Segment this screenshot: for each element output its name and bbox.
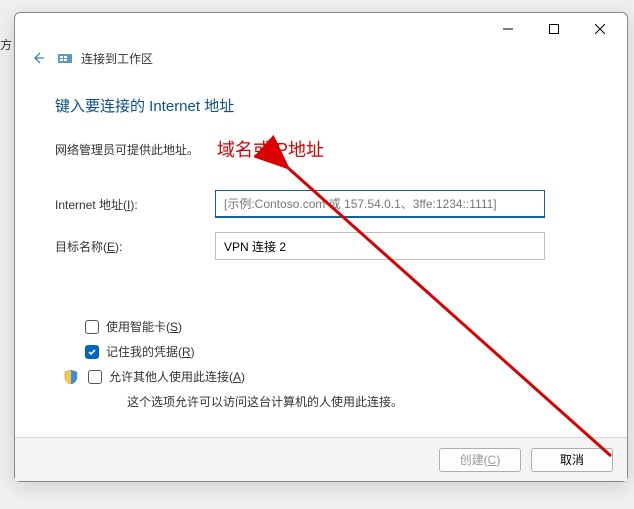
internet-address-input[interactable] <box>215 190 545 218</box>
content-area: 键入要连接的 Internet 地址 网络管理员可提供此地址。 域名或IP地址 … <box>15 75 627 410</box>
internet-address-label: Internet 地址(I): <box>55 196 215 213</box>
create-button[interactable]: 创建(C) <box>439 448 521 472</box>
page-subtitle: 网络管理员可提供此地址。 <box>55 141 199 158</box>
shield-icon <box>63 369 79 385</box>
workplace-icon <box>57 50 73 66</box>
minimize-icon <box>503 24 513 34</box>
header: 连接到工作区 <box>15 45 627 75</box>
cancel-button[interactable]: 取消 <box>531 448 613 472</box>
check-icon <box>87 347 97 357</box>
smartcard-label: 使用智能卡(S) <box>106 318 182 335</box>
close-icon <box>595 24 605 34</box>
close-button[interactable] <box>577 13 623 45</box>
form: Internet 地址(I): 目标名称(E): <box>55 190 599 260</box>
smartcard-checkbox[interactable] <box>85 320 99 334</box>
titlebar <box>15 13 627 45</box>
allow-others-checkbox[interactable] <box>88 370 102 384</box>
remember-checkbox[interactable] <box>85 345 99 359</box>
smartcard-option[interactable]: 使用智能卡(S) <box>85 318 599 335</box>
remember-option[interactable]: 记住我的凭据(R) <box>85 343 599 360</box>
back-arrow-icon <box>30 50 46 66</box>
destination-name-input[interactable] <box>215 232 545 260</box>
page-title: 键入要连接的 Internet 地址 <box>55 95 599 116</box>
dialog-window: 连接到工作区 键入要连接的 Internet 地址 网络管理员可提供此地址。 域… <box>14 12 628 482</box>
header-title: 连接到工作区 <box>81 50 153 67</box>
allow-others-option[interactable]: 允许其他人使用此连接(A) <box>63 368 599 385</box>
maximize-icon <box>549 24 559 34</box>
options-group: 使用智能卡(S) 记住我的凭据(R) 允许其他人使用此连接(A) 这个选项允许可… <box>55 318 599 410</box>
background-fragment: 方 <box>0 36 12 53</box>
back-button[interactable] <box>27 47 49 69</box>
destination-name-label: 目标名称(E): <box>55 238 215 255</box>
annotation-text: 域名或IP地址 <box>217 136 324 162</box>
allow-others-description: 这个选项允许可以访问这台计算机的人使用此连接。 <box>127 393 599 410</box>
minimize-button[interactable] <box>485 13 531 45</box>
maximize-button[interactable] <box>531 13 577 45</box>
footer: 创建(C) 取消 <box>15 437 627 481</box>
remember-label: 记住我的凭据(R) <box>106 343 195 360</box>
allow-others-label: 允许其他人使用此连接(A) <box>109 368 245 385</box>
